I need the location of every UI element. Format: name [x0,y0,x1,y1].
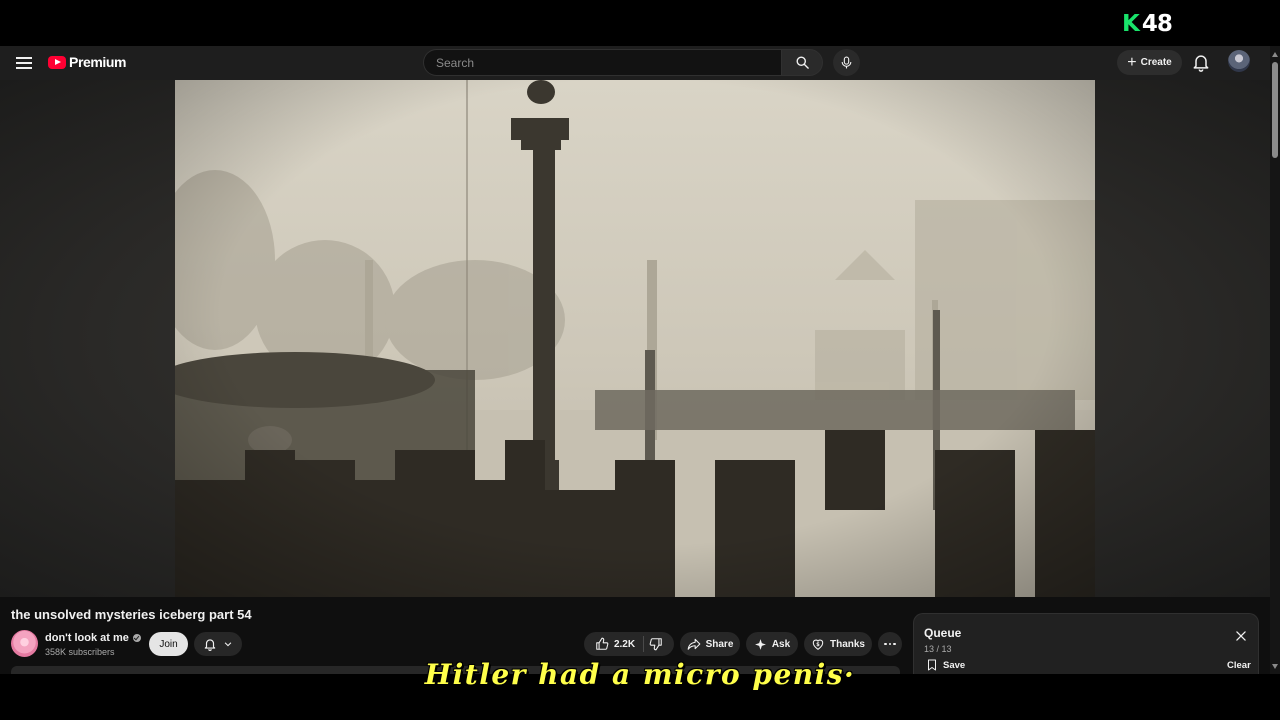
plus-icon: + [1127,53,1137,71]
account-avatar[interactable] [1228,50,1250,72]
channel-avatar[interactable] [11,630,38,657]
video-title: the unsolved mysteries iceberg part 54 [11,607,252,622]
scroll-up-arrow-icon[interactable] [1272,52,1278,57]
share-arrow-icon [687,638,700,650]
thumbs-up-icon [596,637,609,650]
video-player[interactable] [175,80,1095,597]
like-count: 2.2K [613,638,636,650]
youtube-premium-logo[interactable]: Premium [48,54,127,70]
ask-button[interactable]: Ask [746,632,798,656]
subscriber-count: 358K subscribers [45,647,115,657]
voice-search-button[interactable] [833,49,860,76]
youtube-play-icon [48,55,66,69]
chevron-down-icon [224,642,232,647]
subscription-notifications-button[interactable] [194,632,242,656]
create-label: Create [1140,57,1172,68]
queue-title: Queue [924,626,962,640]
k48-logo-letter: K [1122,11,1140,37]
like-button[interactable]: 2.2K [595,636,645,652]
thumbs-down-icon [649,638,662,651]
thanks-label: Thanks [829,638,865,650]
channel-name-link[interactable]: don't look at me [45,632,141,644]
close-queue-button[interactable] [1234,629,1248,643]
dislike-button[interactable] [649,637,663,651]
k48-watermark-logo: K 48 [1122,11,1173,37]
verified-check-icon [132,634,141,642]
youtube-window: Premium + Create [0,46,1280,674]
notifications-button[interactable] [1191,52,1211,72]
page-scrollbar[interactable] [1270,46,1280,674]
close-icon [1236,631,1246,641]
search-icon [796,56,809,69]
thanks-button[interactable]: $ Thanks [804,632,872,656]
search-input[interactable] [423,49,781,76]
video-frame-archival-riot-footage [175,80,1095,597]
video-subtitle-caption: Hitler had a micro penis· [424,658,856,691]
queue-count: 13 / 13 [924,644,952,654]
masthead: Premium + Create [0,46,1270,80]
scroll-thumb[interactable] [1272,62,1278,158]
ask-label: Ask [771,638,791,650]
bell-icon [204,639,216,651]
bell-icon [1193,55,1209,72]
like-dislike-group: 2.2K [584,632,674,656]
join-button[interactable]: Join [149,632,188,656]
more-actions-button[interactable] [878,632,902,656]
more-dots-icon [884,642,887,646]
k48-logo-number: 48 [1141,11,1173,37]
share-button[interactable]: Share [680,632,740,656]
sparkle-icon [754,638,766,650]
search-button[interactable] [781,49,823,76]
top-letterbox [0,0,1280,46]
create-button[interactable]: + Create [1117,50,1182,75]
brand-label: Premium [69,54,127,70]
share-label: Share [705,638,734,650]
channel-name: don't look at me [45,632,129,644]
mic-icon [841,56,852,69]
super-thanks-heart-icon: $ [812,639,824,650]
hamburger-icon[interactable] [14,55,34,71]
search-bar [423,49,860,76]
svg-text:$: $ [816,642,820,648]
